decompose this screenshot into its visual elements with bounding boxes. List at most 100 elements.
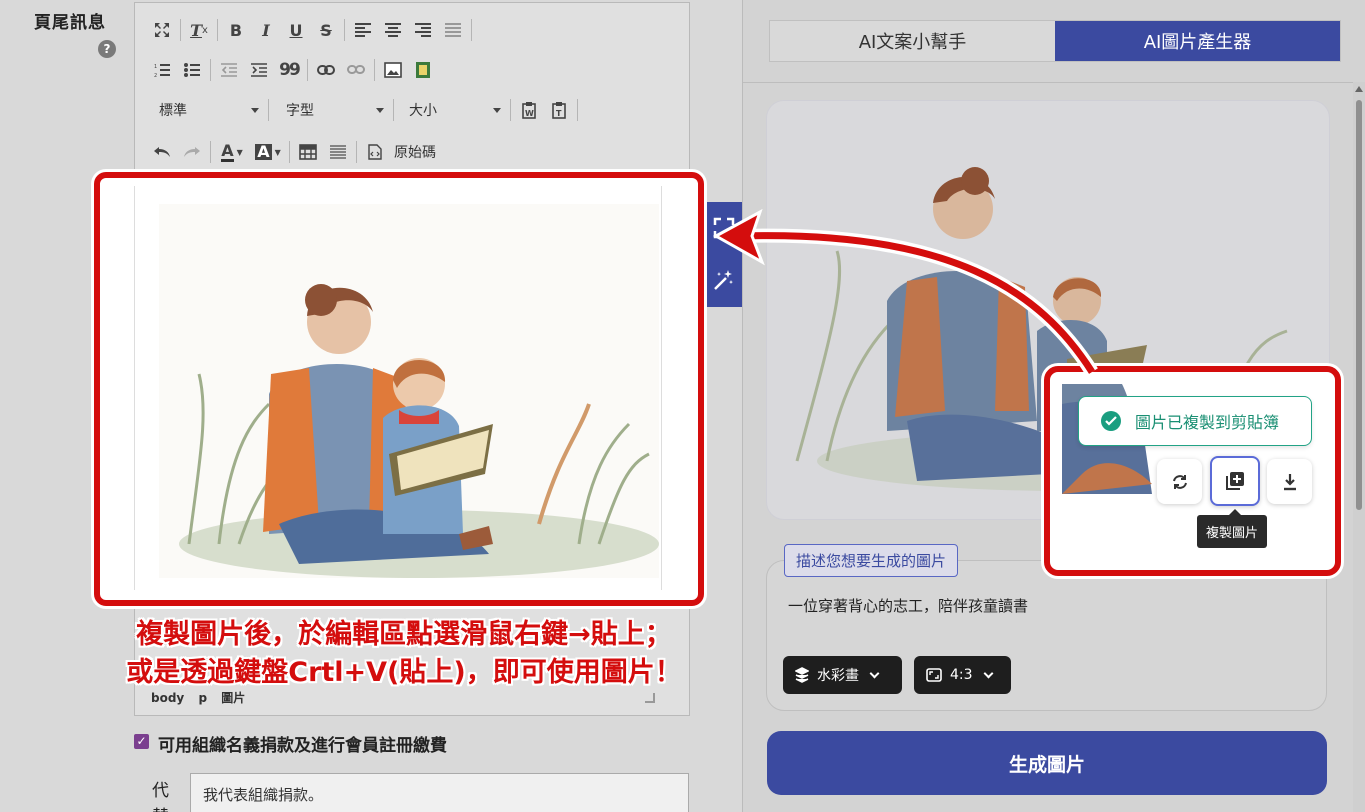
editor-pasted-content[interactable] — [134, 186, 662, 590]
download-button[interactable] — [1267, 459, 1312, 504]
toolbar-separator — [356, 141, 357, 163]
regenerate-button[interactable] — [1157, 459, 1202, 504]
strikethrough-icon[interactable]: S — [311, 17, 341, 43]
representative-label-line1: 代 — [152, 781, 169, 801]
toolbar-separator — [268, 99, 269, 121]
table-icon[interactable] — [293, 139, 323, 165]
style-value: 水彩畫 — [817, 668, 859, 684]
help-icon[interactable]: ? — [98, 40, 116, 58]
toolbar-row-2: 12 99 — [147, 55, 438, 85]
paste-text-icon[interactable]: T — [544, 97, 574, 123]
align-left-icon[interactable] — [348, 17, 378, 43]
aspect-ratio-value: 4:3 — [950, 667, 973, 683]
redo-icon[interactable] — [177, 139, 207, 165]
toolbar-separator — [307, 59, 308, 81]
svg-text:2: 2 — [154, 73, 157, 77]
toolbar-row-4: A ▼ A ▼ 原始碼 — [147, 137, 436, 167]
representative-label-line2: 替 — [152, 802, 169, 812]
outdent-icon[interactable] — [214, 57, 244, 83]
fullscreen-icon[interactable] — [705, 202, 742, 254]
aspect-ratio-icon — [926, 668, 942, 682]
instruction-line-1: 複製圖片後，於編輯區點選滑鼠右鍵→貼上； — [136, 619, 672, 650]
generate-image-button[interactable]: 生成圖片 — [767, 731, 1327, 795]
org-donation-checkbox[interactable]: ✓ — [134, 734, 149, 749]
horizontal-rule-icon[interactable] — [323, 139, 353, 165]
instruction-callout: 複製圖片後，於編輯區點選滑鼠右鍵→貼上； 或是透過鍵盤Crtl+V(貼上)，即可… — [94, 616, 714, 692]
toolbar-separator — [393, 99, 394, 121]
copy-add-icon — [1226, 472, 1244, 490]
align-right-icon[interactable] — [408, 17, 438, 43]
blockquote-icon[interactable]: 99 — [274, 57, 304, 83]
toolbar-separator — [471, 19, 472, 41]
toolbar-separator — [289, 141, 290, 163]
paste-word-icon[interactable]: W — [514, 97, 544, 123]
copied-toast: 圖片已複製到剪貼簿 — [1078, 396, 1312, 446]
copy-image-tooltip: 複製圖片 — [1197, 509, 1268, 548]
resize-handle[interactable] — [645, 693, 655, 703]
tab-ai-image-generator[interactable]: AI圖片產生器 — [1055, 21, 1340, 61]
format-select[interactable]: 標準 — [135, 98, 265, 122]
indent-icon[interactable] — [244, 57, 274, 83]
instruction-line-2: 或是透過鍵盤Crtl+V(貼上)，即可使用圖片！ — [126, 657, 682, 688]
toolbar-row-1: Tx B I U S — [147, 15, 475, 45]
side-tool-strip — [705, 202, 742, 307]
download-icon — [1283, 473, 1296, 490]
aspect-ratio-select[interactable]: 4:3 — [914, 656, 1011, 694]
refresh-icon — [1172, 474, 1187, 489]
path-image[interactable]: 圖片 — [221, 691, 245, 705]
path-body[interactable]: body — [151, 691, 184, 705]
justify-icon[interactable] — [438, 17, 468, 43]
prompt-textarea[interactable]: 一位穿著背心的志工，陪伴孩童讀書 — [788, 595, 1028, 616]
field-label: 頁尾訊息 — [34, 13, 106, 33]
pasted-image[interactable] — [159, 204, 659, 578]
assistant-tabs: AI文案小幫手 AI圖片產生器 — [769, 20, 1341, 62]
toolbar-separator — [180, 19, 181, 41]
font-size-select[interactable]: 大小 — [397, 98, 507, 122]
maximize-icon[interactable] — [147, 17, 177, 43]
toolbar-separator — [344, 19, 345, 41]
link-icon[interactable] — [311, 57, 341, 83]
chevron-down-icon — [869, 668, 880, 678]
underline-icon[interactable]: U — [281, 17, 311, 43]
copy-image-button[interactable] — [1210, 456, 1260, 506]
prompt-label-chip: 描述您想要生成的圖片 — [784, 544, 959, 577]
check-circle-icon — [1101, 411, 1121, 431]
source-code-icon[interactable] — [360, 139, 390, 165]
toolbar-row-3: 標準 字型 大小 W T — [135, 95, 581, 125]
style-select[interactable]: 水彩畫 — [783, 656, 902, 694]
remove-format-icon[interactable]: Tx — [184, 17, 214, 43]
svg-text:1: 1 — [154, 64, 157, 70]
org-donation-label: 可用組織名義捐款及進行會員註冊繳費 — [158, 736, 447, 756]
image-icon[interactable] — [378, 57, 408, 83]
unlink-icon[interactable] — [341, 57, 371, 83]
font-family-select[interactable]: 字型 — [272, 98, 390, 122]
bullet-list-icon[interactable] — [177, 57, 207, 83]
scrollbar-thumb[interactable] — [1356, 100, 1362, 510]
panel-scrollbar[interactable] — [1353, 82, 1365, 812]
toolbar-separator — [510, 99, 511, 121]
svg-text:T: T — [556, 109, 562, 118]
toolbar-separator — [210, 141, 211, 163]
italic-icon[interactable]: I — [251, 17, 281, 43]
numbered-list-icon[interactable]: 12 — [147, 57, 177, 83]
text-color-icon[interactable]: A ▼ — [214, 139, 250, 165]
bold-icon[interactable]: B — [221, 17, 251, 43]
toolbar-separator — [577, 99, 578, 121]
align-center-icon[interactable] — [378, 17, 408, 43]
panel-divider — [743, 82, 1365, 83]
chevron-down-icon — [983, 668, 993, 678]
toolbar-separator — [374, 59, 375, 81]
scroll-up-icon[interactable] — [1355, 86, 1363, 92]
toolbar-separator — [210, 59, 211, 81]
tab-ai-copywriter[interactable]: AI文案小幫手 — [770, 21, 1055, 61]
toolbar-separator — [217, 19, 218, 41]
video-icon[interactable] — [408, 57, 438, 83]
toast-message: 圖片已複製到剪貼簿 — [1135, 413, 1280, 432]
undo-icon[interactable] — [147, 139, 177, 165]
representative-text-input[interactable]: 我代表組織捐款。 — [190, 773, 689, 812]
source-code-label[interactable]: 原始碼 — [394, 142, 436, 162]
background-color-icon[interactable]: A ▼ — [250, 139, 286, 165]
layers-icon — [795, 667, 809, 683]
magic-wand-icon[interactable] — [705, 254, 742, 306]
path-p[interactable]: p — [198, 691, 207, 705]
